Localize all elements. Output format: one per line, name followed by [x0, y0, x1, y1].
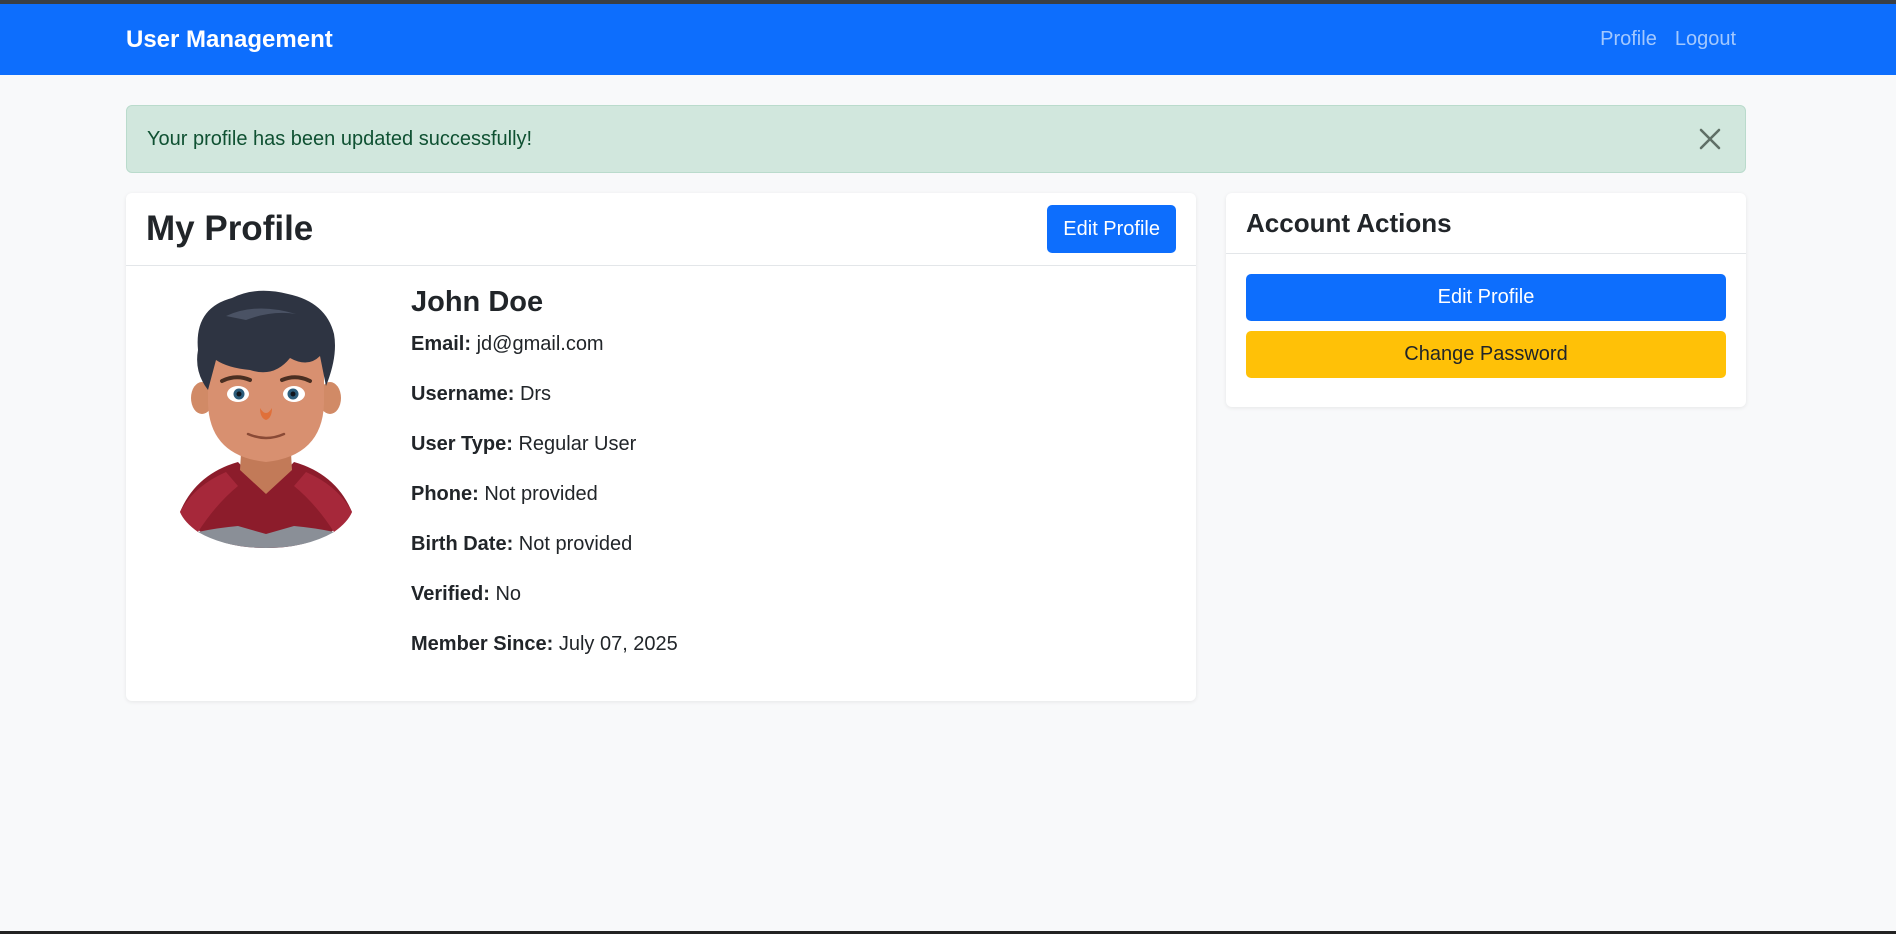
field-verified: Verified: No: [411, 583, 678, 610]
field-member-since: Member Since: July 07, 2025: [411, 633, 678, 660]
field-member-since-value: July 07, 2025: [558, 633, 678, 655]
field-birth-date: Birth Date: Not provided: [411, 533, 678, 560]
nav-profile-link[interactable]: Profile: [1600, 28, 1657, 51]
field-username-value: Drs: [519, 383, 552, 405]
nav-links: Profile Logout: [1600, 4, 1736, 75]
account-actions-header: Account Actions: [1226, 193, 1746, 254]
page-title: My Profile: [146, 209, 314, 248]
field-verified-label: Verified:: [411, 583, 490, 605]
navbar: User Management Profile Logout: [0, 4, 1896, 75]
profile-body: John Doe Email: jd@gmail.com Username: D…: [126, 266, 1196, 700]
field-phone: Phone: Not provided: [411, 483, 678, 510]
profile-card: My Profile Edit Profile John Doe Email: …: [126, 193, 1196, 701]
change-password-button[interactable]: Change Password: [1246, 331, 1726, 378]
nav-logout-link[interactable]: Logout: [1675, 28, 1736, 51]
field-verified-value: No: [495, 583, 522, 605]
field-user-type: User Type: Regular User: [411, 433, 678, 460]
edit-profile-button[interactable]: Edit Profile: [1246, 274, 1726, 321]
account-actions-title: Account Actions: [1246, 207, 1452, 238]
profile-details: John Doe Email: jd@gmail.com Username: D…: [411, 286, 678, 683]
field-email: Email: jd@gmail.com: [411, 333, 678, 360]
field-user-type-label: User Type:: [411, 433, 513, 455]
field-username-label: Username:: [411, 383, 515, 405]
user-full-name: John Doe: [411, 286, 544, 318]
field-user-type-value: Regular User: [518, 433, 637, 455]
brand-link[interactable]: User Management: [126, 4, 333, 75]
field-birth-date-value: Not provided: [518, 533, 633, 555]
main-container: Your profile has been updated successful…: [126, 105, 1746, 701]
account-actions-body: Edit Profile Change Password: [1226, 254, 1746, 408]
success-alert: Your profile has been updated successful…: [126, 105, 1746, 173]
field-username: Username: Drs: [411, 383, 678, 410]
close-icon[interactable]: [1695, 124, 1725, 154]
profile-card-header: My Profile Edit Profile: [126, 193, 1196, 266]
edit-profile-header-button[interactable]: Edit Profile: [1047, 205, 1176, 253]
field-email-value: jd@gmail.com: [476, 333, 604, 355]
field-phone-label: Phone:: [411, 483, 479, 505]
alert-message: Your profile has been updated successful…: [147, 127, 533, 150]
cartoon-avatar-icon: [176, 286, 356, 548]
field-phone-value: Not provided: [484, 483, 598, 505]
content-row: My Profile Edit Profile John Doe Email: …: [126, 193, 1746, 701]
field-birth-date-label: Birth Date:: [411, 533, 514, 555]
field-member-since-label: Member Since:: [411, 633, 554, 655]
field-email-label: Email:: [411, 333, 472, 355]
account-actions-card: Account Actions Edit Profile Change Pass…: [1226, 193, 1746, 407]
